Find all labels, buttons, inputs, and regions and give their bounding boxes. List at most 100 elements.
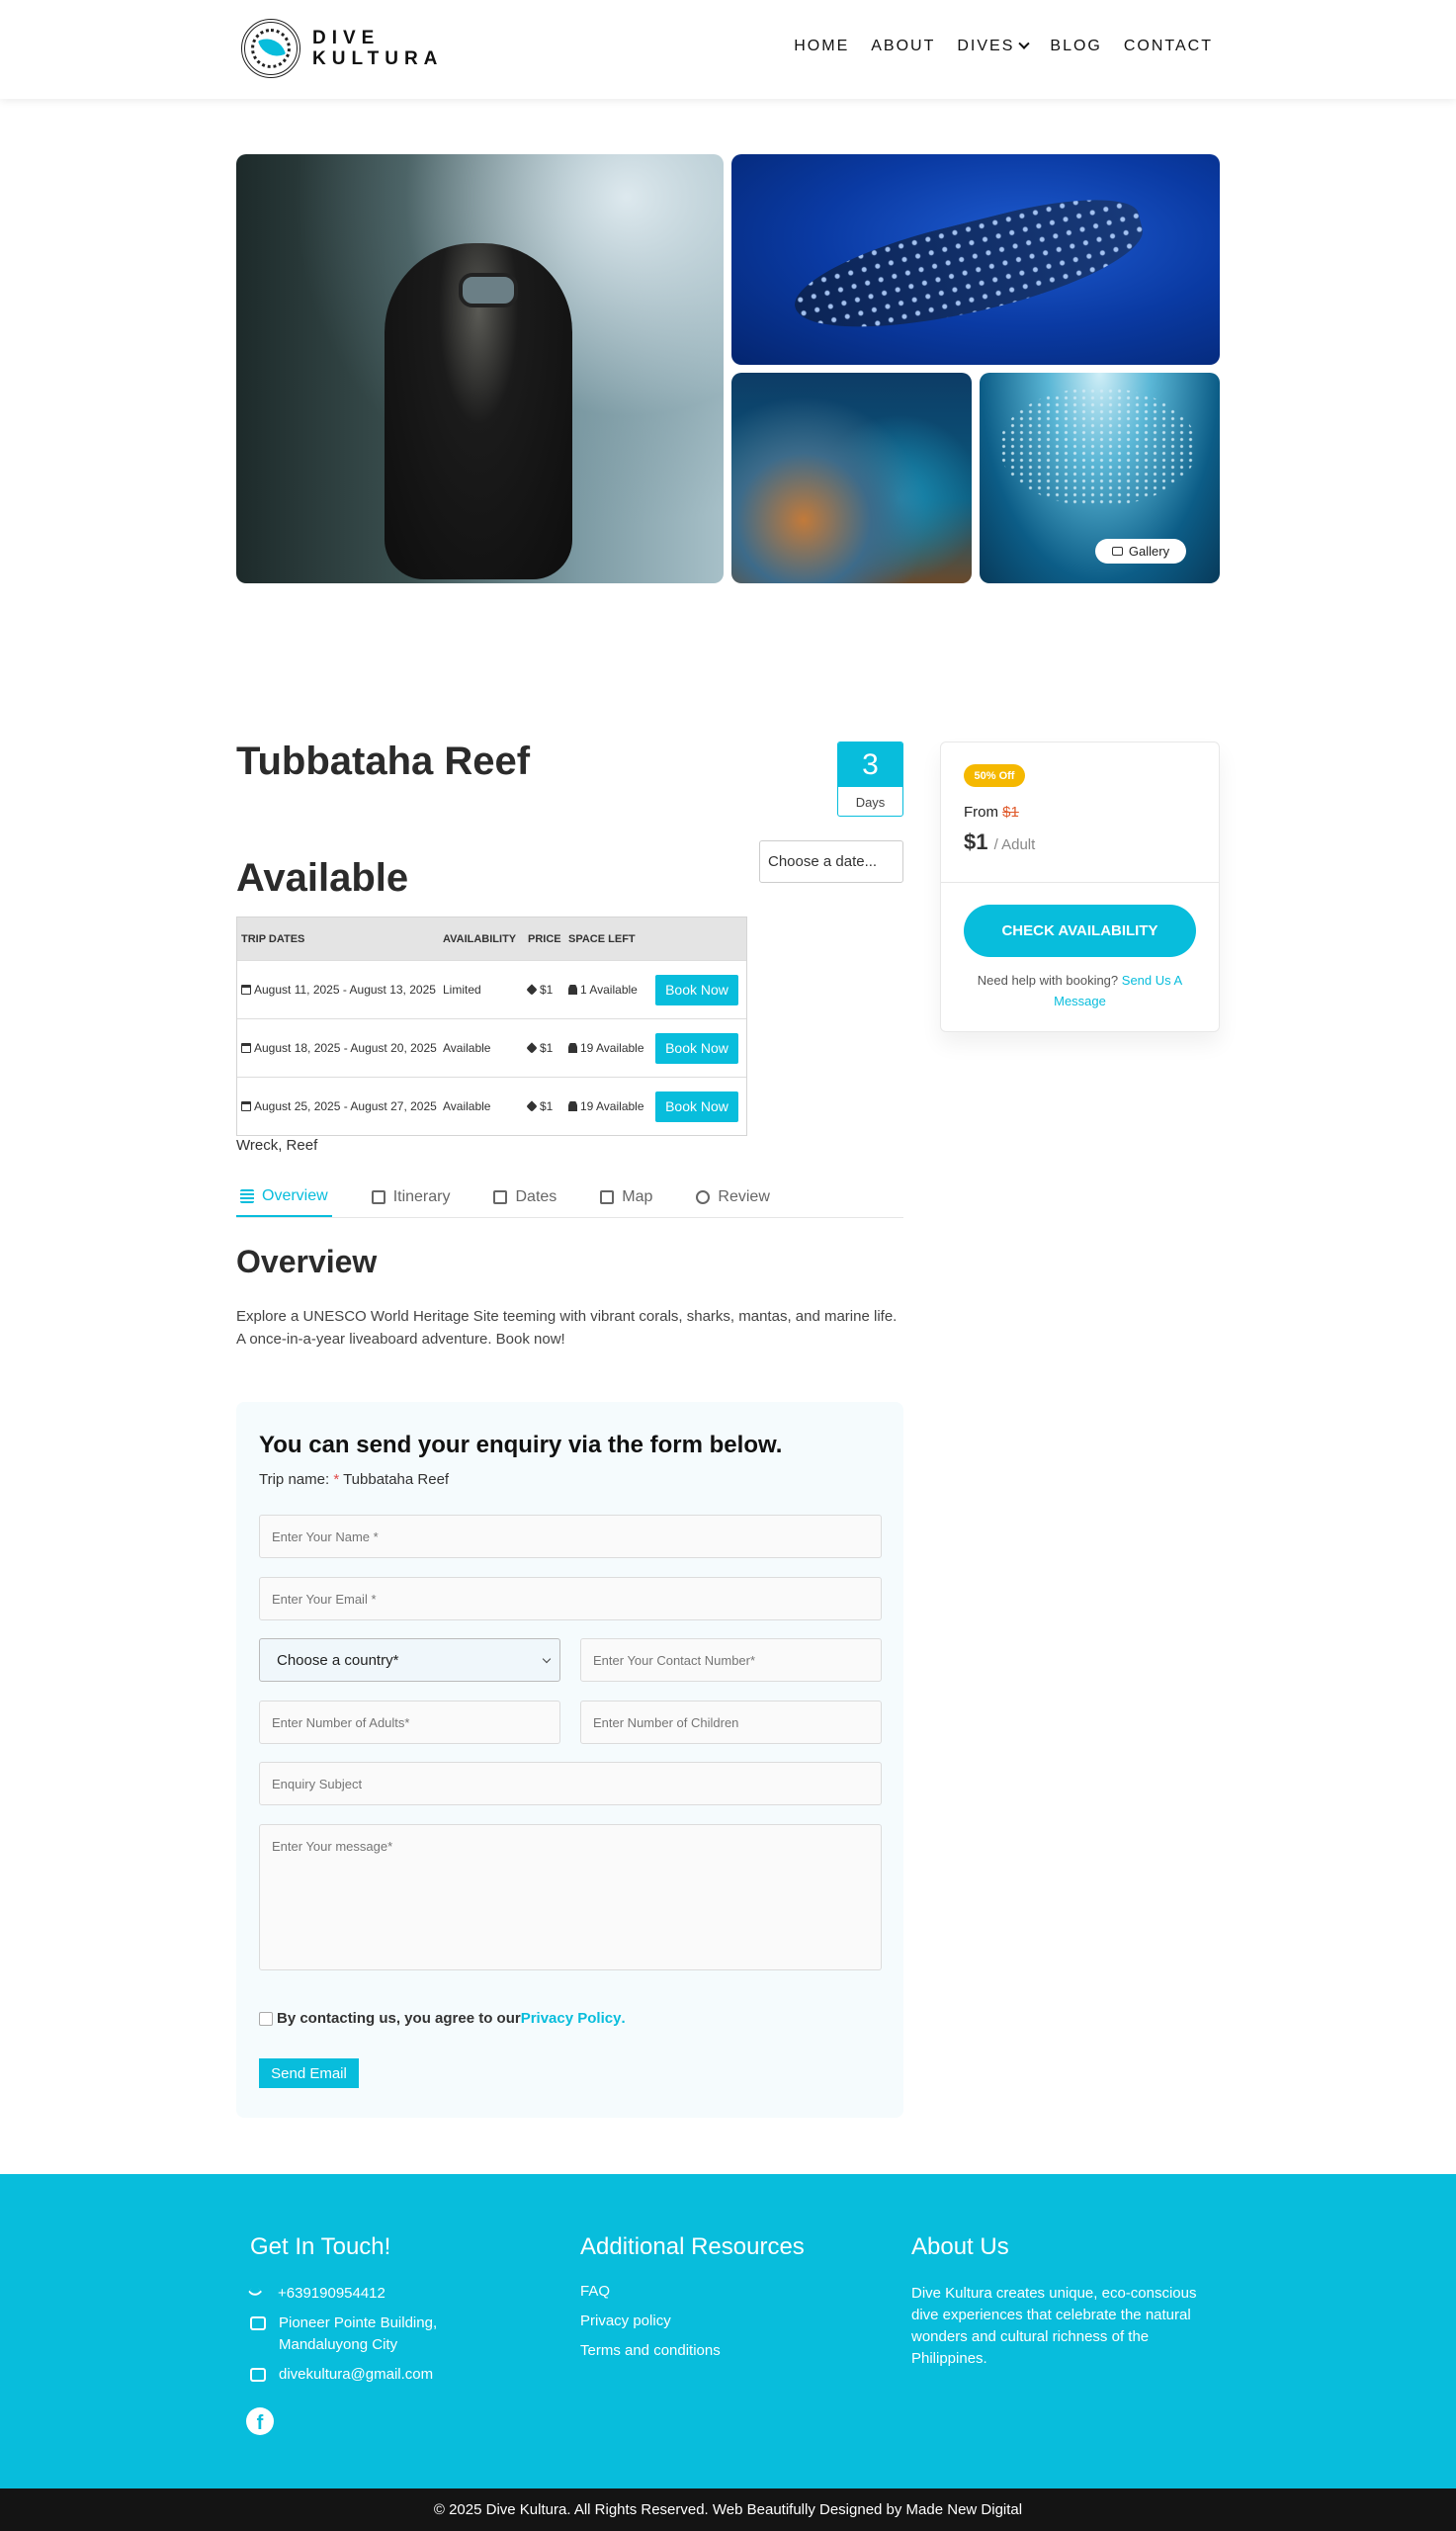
footer-contact-title: Get In Touch! [250, 2233, 391, 2260]
children-input[interactable] [580, 1701, 882, 1744]
duration-value: 3 [838, 742, 902, 787]
footer-link-faq[interactable]: FAQ [580, 2283, 805, 2300]
tab-overview-label: Overview [262, 1186, 328, 1204]
gallery-image-diver[interactable] [236, 154, 724, 583]
agree-text: By contacting us, you agree to our [277, 2010, 521, 2027]
tab-dates-label: Dates [515, 1187, 557, 1205]
help-text: Need help with booking? [977, 973, 1119, 988]
agree-end: . [621, 2010, 626, 2027]
name-input[interactable] [259, 1515, 882, 1558]
country-select-value: Choose a country* [277, 1651, 399, 1669]
price-tag-icon [526, 984, 538, 996]
nav-dives-label: DIVES [957, 38, 1015, 54]
footer-address: Pioneer Pointe Building, Mandaluyong Cit… [250, 2313, 447, 2356]
tab-review[interactable]: Review [692, 1177, 773, 1217]
copyright-text: © 2025 Dive Kultura. All Rights Reserved… [433, 2501, 1023, 2518]
tab-map-label: Map [622, 1187, 653, 1205]
footer-link-privacy[interactable]: Privacy policy [580, 2313, 805, 2329]
book-now-button[interactable]: Book Now [655, 1032, 738, 1064]
booking-help: Need help with booking? Send Us A Messag… [964, 970, 1196, 1011]
from-label: From [964, 804, 998, 821]
user-icon [568, 985, 577, 995]
note-icon [371, 1189, 385, 1204]
subject-input[interactable] [259, 1762, 882, 1805]
facebook-icon[interactable]: f [246, 2407, 274, 2435]
nav-home[interactable]: HOME [794, 38, 849, 55]
row-space: 1 Available [580, 983, 638, 997]
table-row: August 11, 2025 - August 13, 2025 Limite… [237, 960, 746, 1018]
gallery-image-coral[interactable] [731, 373, 972, 583]
table-row: August 18, 2025 - August 20, 2025 Availa… [237, 1018, 746, 1077]
check-availability-button[interactable]: CHECK AVAILABILITY [964, 905, 1196, 957]
trip-name-label: Trip name: [259, 1471, 330, 1488]
privacy-agreement: By contacting us, you agree to our Privac… [259, 2010, 626, 2027]
trip-name-value: Tubbataha Reef [343, 1471, 450, 1488]
tab-dates[interactable]: Dates [489, 1177, 560, 1217]
footer-contact: Get In Touch! +639190954412 Pioneer Poin… [247, 2233, 447, 2394]
tab-overview[interactable]: Overview [236, 1177, 332, 1217]
privacy-policy-link[interactable]: Privacy Policy [521, 2010, 622, 2027]
tab-map[interactable]: Map [596, 1177, 656, 1217]
row-price: $1 [540, 1099, 554, 1113]
adults-input[interactable] [259, 1701, 560, 1744]
phone-text: +639190954412 [278, 2285, 385, 2302]
row-dates: August 25, 2025 - August 27, 2025 [254, 1099, 437, 1113]
footer-resources: Additional Resources FAQ Privacy policy … [580, 2233, 805, 2372]
available-heading: Available [236, 856, 409, 900]
copyright-bar: © 2025 Dive Kultura. All Rights Reserved… [0, 2488, 1456, 2531]
footer-phone[interactable]: +639190954412 [247, 2283, 447, 2305]
row-space: 19 Available [580, 1099, 644, 1113]
price-tag-icon [526, 1042, 538, 1054]
book-now-button[interactable]: Book Now [655, 1091, 738, 1122]
nav-about[interactable]: ABOUT [871, 38, 935, 55]
trip-tags: Wreck, Reef [236, 1137, 318, 1154]
row-dates: August 11, 2025 - August 13, 2025 [254, 983, 436, 997]
logo-line-1: DIVE [312, 28, 381, 48]
from-price: From $1 [964, 804, 1019, 821]
calendar-check-icon [493, 1189, 508, 1204]
map-icon [250, 2316, 266, 2330]
site-footer: Get In Touch! +639190954412 Pioneer Poin… [0, 2174, 1456, 2488]
map-icon [600, 1189, 615, 1204]
trip-title: Tubbataha Reef [236, 740, 531, 783]
logo-text: DIVE KULTURA [312, 28, 443, 69]
price-value: $1 [964, 829, 988, 854]
footer-link-terms[interactable]: Terms and conditions [580, 2342, 805, 2359]
availability-table: TRIP DATES AVAILABILITY PRICE SPACE LEFT… [236, 916, 747, 1136]
table-row: August 25, 2025 - August 27, 2025 Availa… [237, 1077, 746, 1135]
email-input[interactable] [259, 1577, 882, 1620]
message-textarea[interactable] [259, 1824, 882, 1970]
tab-review-label: Review [718, 1187, 770, 1205]
agree-checkbox[interactable] [259, 2011, 273, 2026]
main-nav: HOME ABOUT DIVES BLOG CONTACT [794, 38, 1213, 55]
email-text: divekultura@gmail.com [279, 2366, 434, 2383]
book-now-button[interactable]: Book Now [655, 974, 738, 1005]
send-email-button[interactable]: Send Email [259, 2058, 359, 2088]
contact-number-input[interactable] [580, 1638, 882, 1682]
date-select[interactable]: Choose a date... [759, 840, 903, 883]
footer-resources-title: Additional Resources [580, 2233, 805, 2260]
gallery-button[interactable]: Gallery [1095, 539, 1186, 564]
user-icon [568, 1101, 577, 1111]
nav-contact[interactable]: CONTACT [1124, 38, 1213, 55]
calendar-icon [241, 1101, 251, 1111]
country-select[interactable]: Choose a country* [259, 1638, 560, 1682]
duration-badge: 3 Days [837, 742, 903, 817]
price-unit: / Adult [993, 836, 1036, 853]
row-availability: Available [443, 1099, 491, 1113]
chevron-down-icon [542, 1654, 552, 1664]
row-dates: August 18, 2025 - August 20, 2025 [254, 1041, 437, 1055]
footer-email[interactable]: divekultura@gmail.com [250, 2364, 447, 2386]
nav-dives[interactable]: DIVES [957, 38, 1031, 55]
divider [941, 882, 1219, 883]
address-text: Pioneer Pointe Building, Mandaluyong Cit… [279, 2314, 438, 2353]
site-logo[interactable]: DIVE KULTURA [241, 19, 443, 78]
tab-itinerary[interactable]: Itinerary [368, 1177, 455, 1217]
nav-blog[interactable]: BLOG [1050, 38, 1101, 55]
row-availability: Limited [443, 983, 481, 997]
booking-card: 50% Off From $1 $1 / Adult CHECK AVAILAB… [940, 742, 1220, 1032]
list-icon [240, 1188, 254, 1203]
gallery-image-whale-shark[interactable] [731, 154, 1220, 365]
row-space: 19 Available [580, 1041, 644, 1055]
enquiry-form: You can send your enquiry via the form b… [236, 1402, 903, 2118]
